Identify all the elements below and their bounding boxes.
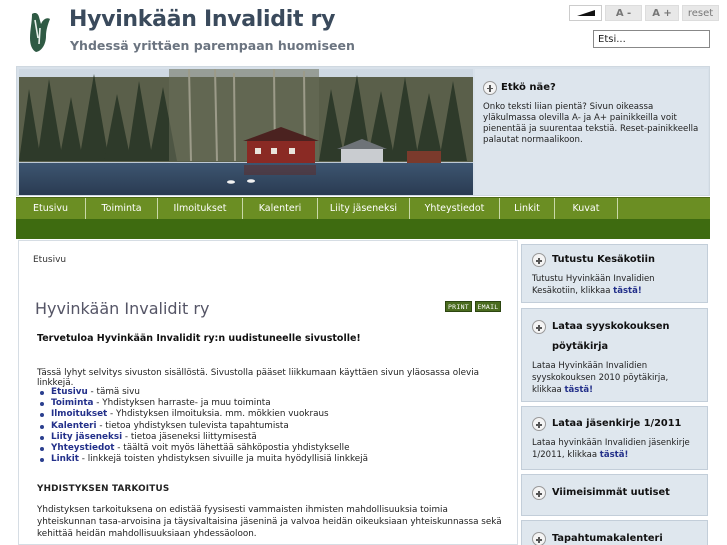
lake-scene-image bbox=[19, 69, 473, 195]
nav-item-etusivu[interactable]: Etusivu bbox=[16, 198, 86, 219]
plus-circle-icon[interactable] bbox=[483, 80, 497, 95]
sidebar-box-title: Lataa jäsenkirje 1/2011 bbox=[552, 418, 682, 429]
font-size-tools: A - A + reset bbox=[569, 5, 719, 21]
sidebar-box-kalenteri: Tapahtumakalenteri bbox=[521, 520, 708, 545]
link-description: - Yhdistyksen harraste- ja muu toiminta bbox=[93, 398, 271, 409]
list-item: Liity jäseneksi - tietoa jäseneksi liitt… bbox=[37, 432, 368, 443]
accessibility-info-title: Etkö näe? bbox=[501, 82, 556, 93]
sidebar-link[interactable]: tästä! bbox=[564, 385, 593, 395]
list-item: Kalenteri - tietoa yhdistyksen tulevista… bbox=[37, 421, 368, 432]
sidebar-box-title: Tutustu Kesäkotiin bbox=[552, 254, 656, 265]
sidebar-box-syyskokous: Lataa syyskokouksen pöytäkirja Lataa Hyv… bbox=[521, 308, 708, 402]
link-description: - Yhdistyksen ilmoituksia. mm. mökkien v… bbox=[107, 409, 329, 420]
breadcrumb[interactable]: Etusivu bbox=[33, 255, 66, 265]
section-body-text: Yhdistyksen tarkoituksena on edistää fyy… bbox=[37, 505, 502, 539]
sidebar-box-text: Tutustu Hyvinkään Invalidien Kesäkotiin,… bbox=[532, 273, 697, 297]
sidebar-box-text: Lataa hyvinkään Invalidien jäsenkirje 1/… bbox=[532, 437, 697, 461]
link-yhteystiedot[interactable]: Yhteystiedot bbox=[51, 443, 115, 453]
sidebar-box-kesakoti: Tutustu Kesäkotiin Tutustu Hyvinkään Inv… bbox=[521, 244, 708, 303]
nav-item-toiminta[interactable]: Toiminta bbox=[86, 198, 158, 219]
intro-text: Tässä lyhyt selvitys sivuston sisällöstä… bbox=[37, 368, 480, 388]
accessibility-info-box: Etkö näe? Onko teksti liian pientä? Sivu… bbox=[475, 69, 708, 195]
plus-circle-icon[interactable] bbox=[532, 320, 546, 334]
font-decrease-button[interactable]: A - bbox=[605, 5, 642, 21]
sidebar-box-jasenkirje: Lataa jäsenkirje 1/2011 Lataa hyvinkään … bbox=[521, 406, 708, 470]
link-liity-jaseneksi[interactable]: Liity jäseneksi bbox=[51, 432, 122, 442]
list-item: Toiminta - Yhdistyksen harraste- ja muu … bbox=[37, 398, 368, 409]
sidebar-box-title: Lataa syyskokouksen pöytäkirja bbox=[552, 321, 670, 352]
link-kalenteri[interactable]: Kalenteri bbox=[51, 421, 97, 431]
site-link-list: Etusivu - tämä sivu Toiminta - Yhdistyks… bbox=[37, 387, 368, 465]
plus-circle-icon[interactable] bbox=[532, 486, 546, 500]
nav-item-liity-jaseneksi[interactable]: Liity jäseneksi bbox=[318, 198, 410, 219]
nav-item-ilmoitukset[interactable]: Ilmoitukset bbox=[158, 198, 243, 219]
page-title: Hyvinkään Invalidit ry bbox=[35, 299, 210, 318]
site-header: Hyvinkään Invalidit ry Yhdessä yrittäen … bbox=[0, 0, 727, 66]
nav-item-yhteystiedot[interactable]: Yhteystiedot bbox=[410, 198, 500, 219]
print-button[interactable]: PRINT bbox=[445, 301, 472, 312]
banner: Etkö näe? Onko teksti liian pientä? Sivu… bbox=[16, 66, 710, 196]
link-etusivu[interactable]: Etusivu bbox=[51, 387, 88, 397]
subnavigation-bar bbox=[16, 219, 710, 239]
search-input[interactable] bbox=[593, 30, 710, 48]
section-heading: YHDISTYKSEN TARKOITUS bbox=[37, 484, 170, 494]
nav-item-linkit[interactable]: Linkit bbox=[500, 198, 555, 219]
plus-circle-icon[interactable] bbox=[532, 532, 546, 545]
font-reset-button[interactable]: reset bbox=[682, 5, 719, 21]
list-item: Linkit - linkkejä toisten yhdistyksen si… bbox=[37, 454, 368, 465]
font-increase-button[interactable]: A + bbox=[645, 5, 679, 21]
sidebar-text-body: Lataa Hyvinkään Invalidien syyskokouksen… bbox=[532, 361, 669, 395]
link-description: - täältä voit myös lähettää sähköpostia … bbox=[114, 443, 350, 454]
welcome-heading: Tervetuloa Hyvinkään Invalidit ry:n uudi… bbox=[37, 333, 361, 344]
nav-item-kuvat[interactable]: Kuvat bbox=[555, 198, 618, 219]
sidebar-box-text: Lataa Hyvinkään Invalidien syyskokouksen… bbox=[532, 360, 697, 396]
nav-item-kalenteri[interactable]: Kalenteri bbox=[243, 198, 318, 219]
sidebar-link[interactable]: tästä! bbox=[600, 450, 629, 460]
main-content: Etusivu Hyvinkään Invalidit ry PRINT EMA… bbox=[18, 240, 518, 545]
contrast-toggle-button[interactable] bbox=[569, 5, 602, 21]
stylized-hand-logo-icon[interactable] bbox=[26, 10, 54, 54]
site-slogan: Yhdessä yrittäen parempaan huomiseen bbox=[70, 38, 355, 53]
site-title[interactable]: Hyvinkään Invalidit ry bbox=[69, 7, 335, 32]
main-navigation: Etusivu Toiminta Ilmoitukset Kalenteri L… bbox=[16, 197, 710, 219]
link-toiminta[interactable]: Toiminta bbox=[51, 398, 93, 408]
list-item: Etusivu - tämä sivu bbox=[37, 387, 368, 398]
link-description: - tietoa yhdistyksen tulevista tapahtumi… bbox=[96, 420, 289, 431]
link-description: - tämä sivu bbox=[87, 387, 140, 397]
sidebar-box-title: Viimeisimmät uutiset bbox=[552, 487, 670, 498]
link-ilmoitukset[interactable]: Ilmoitukset bbox=[51, 409, 107, 419]
list-item: Ilmoitukset - Yhdistyksen ilmoituksia. m… bbox=[37, 409, 368, 420]
email-button[interactable]: EMAIL bbox=[475, 301, 501, 312]
sidebar-link[interactable]: tästä! bbox=[613, 286, 642, 296]
link-description: - linkkejä toisten yhdistyksen sivuille … bbox=[78, 454, 369, 465]
link-linkit[interactable]: Linkit bbox=[51, 454, 79, 464]
plus-circle-icon[interactable] bbox=[532, 417, 546, 431]
sidebar-box-uutiset: Viimeisimmät uutiset bbox=[521, 474, 708, 516]
plus-circle-icon[interactable] bbox=[532, 253, 546, 267]
lake-cottage-photo bbox=[19, 69, 473, 195]
link-description: - tietoa jäseneksi liittymisestä bbox=[122, 431, 257, 442]
accessibility-info-text: Onko teksti liian pientä? Sivun oikeassa… bbox=[483, 102, 699, 145]
list-item: Yhteystiedot - täältä voit myös lähettää… bbox=[37, 443, 368, 454]
sidebar-box-title: Tapahtumakalenteri bbox=[552, 533, 663, 544]
contrast-icon bbox=[576, 10, 595, 16]
